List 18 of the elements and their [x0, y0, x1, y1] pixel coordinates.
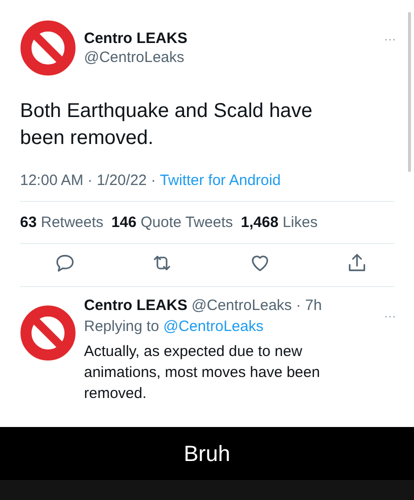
- stat-count[interactable]: 146 Quote Tweets: [111, 214, 233, 231]
- caption-bar: Bruh: [0, 427, 414, 480]
- tweet-text: Both Earthquake and Scald have been removed.: [20, 99, 314, 151]
- more-button[interactable]: ···: [384, 309, 396, 323]
- speech-bubble-icon[interactable]: [54, 252, 76, 274]
- stat-count[interactable]: 63 Retweets: [20, 214, 104, 231]
- reply-author: Centro LEAKS @CentroLeaks · 7h: [84, 297, 323, 314]
- timestamp: 12:00 AM · 1/20/22 ·: [20, 172, 157, 189]
- avatar-icon: [20, 20, 76, 76]
- source-link[interactable]: Twitter for Android: [160, 172, 281, 189]
- reply-text: Actually, as expected due to new animations, most moves have been removed.: [84, 342, 321, 404]
- author-name: Centro LEAKS: [84, 30, 188, 47]
- more-button[interactable]: ···: [384, 32, 396, 46]
- replying-to: Replying to @CentroLeaks: [84, 318, 264, 335]
- author-handle: @CentroLeaks: [84, 49, 186, 66]
- stat-count[interactable]: 1,468 Likes: [240, 214, 318, 231]
- mention-link[interactable]: @CentroLeaks: [163, 318, 264, 335]
- avatar-icon: [20, 305, 76, 361]
